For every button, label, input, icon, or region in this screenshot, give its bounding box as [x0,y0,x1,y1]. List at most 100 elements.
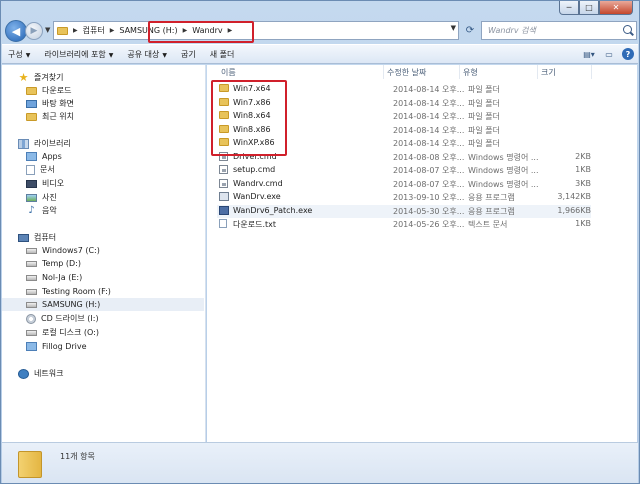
new-folder-button[interactable]: 새 폴더 [210,49,235,60]
refresh-icon[interactable]: ⟳ [461,22,479,39]
breadcrumb-separator-icon[interactable]: ▶ [183,27,188,34]
burn-button[interactable]: 굽기 [181,49,196,60]
search-input[interactable]: Wandrv 검색 [481,21,637,40]
column-header-size[interactable]: 크기 [541,65,556,79]
nav-item-drive-d[interactable]: Temp (D:) [26,257,81,270]
folder-icon [57,26,68,35]
column-header-date[interactable]: 수정한 날짜 [387,65,426,79]
nav-item-drive-h[interactable]: SAMSUNG (H:) [2,298,204,311]
recent-places-icon [26,112,37,121]
back-button[interactable]: ◀ [5,20,27,42]
breadcrumb-separator-icon[interactable]: ▶ [73,27,78,34]
status-bar: 11개 항목 [2,442,638,483]
nav-libraries[interactable]: 라이브러리 [18,137,71,150]
column-header-name[interactable]: 이름 [221,65,236,79]
column-size-label: 크기 [541,67,556,77]
nav-item-downloads[interactable]: 다운로드 [26,84,71,97]
close-button[interactable]: ✕ [599,1,633,15]
column-divider[interactable] [459,65,460,79]
nav-item-desktop[interactable]: 바탕 화면 [26,97,74,110]
nav-item-label: 비디오 [42,179,65,188]
preview-pane-icon[interactable]: ▭ [602,48,616,60]
column-divider[interactable] [537,65,538,79]
caret-down-icon: ▼ [108,51,114,59]
include-in-library-menu[interactable]: 라이브러리에 포함 ▼ [44,49,113,60]
share-with-menu[interactable]: 공유 대상 ▼ [127,49,167,60]
apps-library-icon [26,152,37,161]
file-size: 2KB [575,151,591,161]
breadcrumb-drive[interactable]: SAMSUNG (H:) [119,26,177,35]
search-placeholder: Wandrv 검색 [488,26,536,35]
file-type: 파일 폴더 [468,139,500,148]
view-options-icon[interactable]: ▤▾ [582,48,596,60]
file-name: Win7.x64 [233,84,271,93]
nav-network-label: 네트워크 [34,369,64,378]
nav-favorites-label: 즐겨찾기 [34,73,64,82]
file-row[interactable]: setup.cmd 2014-08-07 오후... Windows 명령어 ...… [217,164,591,177]
file-name: Win7.x86 [233,97,271,107]
help-icon[interactable]: ? [622,48,634,60]
nav-computer[interactable]: 컴퓨터 [18,231,56,244]
nav-item-label: 사진 [42,193,57,202]
nav-item-label: 문서 [40,165,55,174]
column-divider[interactable] [383,65,384,79]
file-type: 텍스트 문서 [468,220,508,229]
search-icon[interactable] [623,25,632,34]
file-row[interactable]: Win8.x86 2014-08-14 오후... 파일 폴더 [217,124,591,137]
file-size: 1,966KB [557,205,591,215]
nav-network[interactable]: 네트워크 [18,367,63,380]
file-name: Driver.cmd [233,151,277,161]
nav-favorites[interactable]: ★ 즐겨찾기 [18,71,64,84]
folder-icon [219,84,229,92]
file-row[interactable]: Win7.x64 2014-08-14 오후... 파일 폴더 [217,83,591,96]
minimize-button[interactable]: ─ [559,1,579,15]
address-dropdown-icon[interactable]: ▼ [451,24,456,32]
nav-item-drive-c[interactable]: Windows7 (C:) [26,244,100,257]
organize-label: 구성 [8,49,23,59]
file-row[interactable]: WinXP.x86 2014-08-14 오후... 파일 폴더 [217,137,591,150]
file-row[interactable]: WanDrv6_Patch.exe 2014-05-30 오후... 응용 프로그램… [217,204,591,218]
folder-icon [219,124,229,133]
explorer-window: ─ □ ✕ ◀ ▶ ▼ ▶ 컴퓨터 ▶ SAMSUNG (H:) ▶ Wandr… [0,0,640,484]
nav-item-drive-e[interactable]: Nol-Ja (E:) [26,271,82,284]
file-date: 2014-08-14 오후... [393,125,465,135]
nav-item-documents[interactable]: 문서 [26,163,55,176]
history-dropdown-icon[interactable]: ▼ [45,26,50,34]
organize-menu[interactable]: 구성 ▼ [8,49,30,60]
include-in-library-label: 라이브러리에 포함 [44,49,106,59]
nav-item-drive-f[interactable]: Testing Room (F:) [26,285,111,298]
nav-item-drive-i[interactable]: CD 드라이브 (I:) [26,312,99,325]
nav-item-videos[interactable]: 비디오 [26,177,64,190]
forward-button[interactable]: ▶ [25,22,43,40]
file-row[interactable]: Win7.x86 2014-08-14 오후... 파일 폴더 [217,97,591,110]
nav-item-apps[interactable]: Apps [26,150,62,163]
patch-exe-icon [219,205,229,215]
nav-item-music[interactable]: ♪ 음악 [26,204,56,217]
nav-item-fillog-drive[interactable]: Fillog Drive [26,340,87,353]
file-size: 3,142KB [557,192,591,201]
file-row[interactable]: Win8.x64 2014-08-14 오후... 파일 폴더 [217,110,591,123]
file-row[interactable]: 다운로드.txt 2014-05-26 오후... 텍스트 문서 1KB [217,218,591,231]
breadcrumb-separator-icon[interactable]: ▶ [110,27,115,34]
column-type-label: 유형 [463,67,478,77]
cmd-icon [219,165,228,174]
column-divider[interactable] [591,65,592,79]
nav-item-recent-places[interactable]: 최근 위치 [26,110,74,123]
nav-item-pictures[interactable]: 사진 [26,191,57,204]
file-row[interactable]: Wandrv.cmd 2014-08-07 오후... Windows 명령어 ..… [217,178,591,191]
file-name: Wandrv.cmd [233,178,283,188]
breadcrumb-computer[interactable]: 컴퓨터 [83,25,105,36]
maximize-button[interactable]: □ [579,1,599,15]
file-row[interactable]: WanDrv.exe 2013-09-10 오후... 응용 프로그램 3,142KB [217,191,591,204]
cmd-icon [219,151,228,161]
computer-icon [18,233,29,242]
column-header-type[interactable]: 유형 [463,65,478,79]
file-date: 2014-08-14 오후... [393,98,465,108]
breadcrumb-folder[interactable]: Wandrv [192,26,222,35]
network-icon [18,368,29,379]
command-bar: 구성 ▼ 라이브러리에 포함 ▼ 공유 대상 ▼ 굽기 새 폴더 ▤▾ ▭ ? [2,44,638,64]
address-bar[interactable]: ▶ 컴퓨터 ▶ SAMSUNG (H:) ▶ Wandrv ▶ ▼ [53,21,459,40]
nav-item-drive-o[interactable]: 로컬 디스크 (O:) [26,326,99,339]
breadcrumb-separator-icon[interactable]: ▶ [228,27,233,34]
file-row[interactable]: Driver.cmd 2014-08-08 오후... Windows 명령어 ..… [217,151,591,164]
